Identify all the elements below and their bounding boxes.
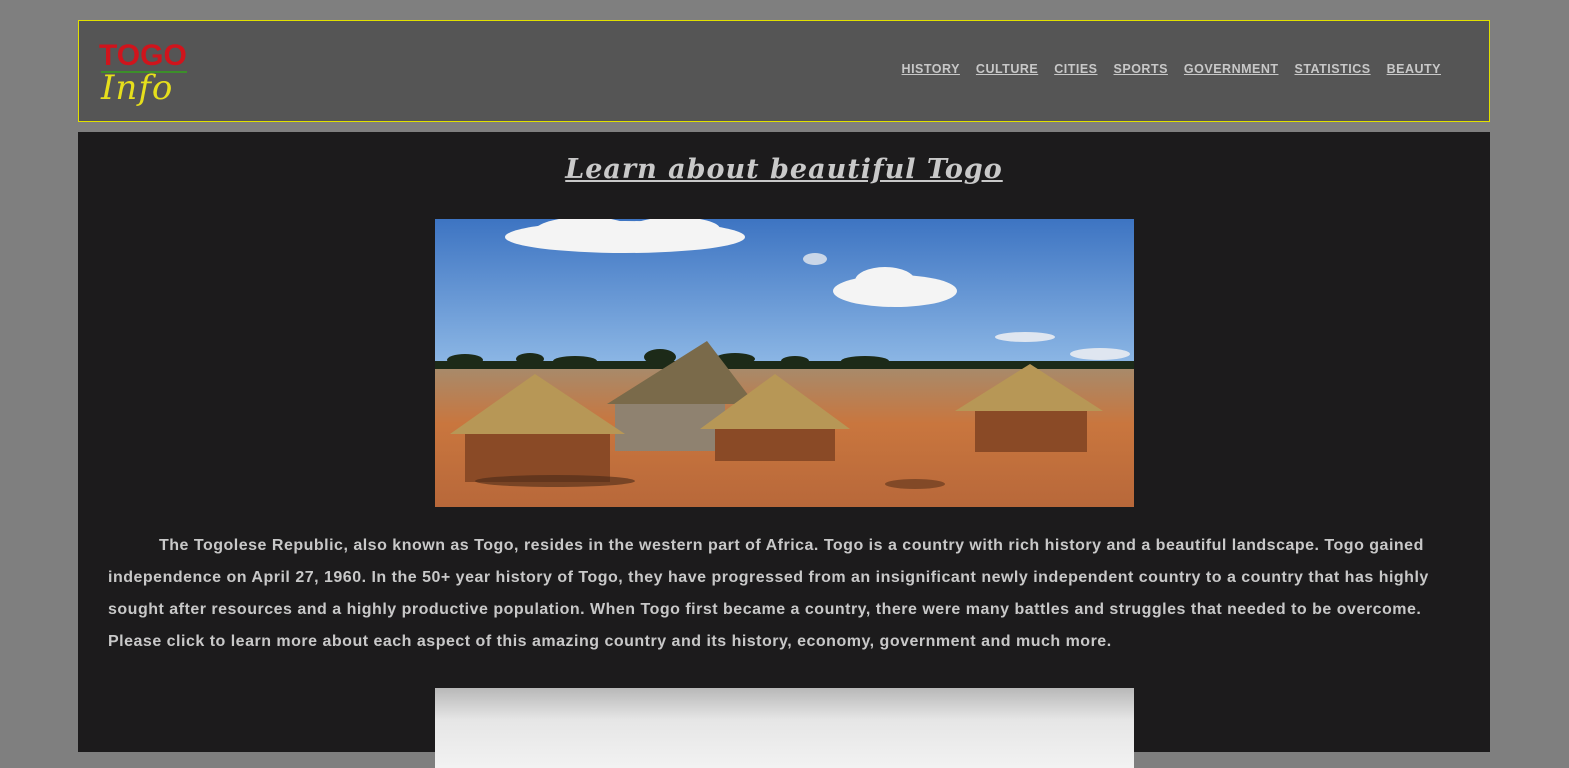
site-logo[interactable]: TOGO Info [99,41,199,111]
main-nav: HISTORY CULTURE CITIES SPORTS GOVERNMENT… [886,62,1441,76]
nav-culture[interactable]: CULTURE [976,62,1038,76]
logo-togo-text: TOGO [99,39,187,72]
huts-landscape-image [435,219,1134,507]
nav-government[interactable]: GOVERNMENT [1184,62,1279,76]
logo-info-text: Info [101,68,174,108]
main-content: Learn about beautiful Togo The Togolese … [78,132,1490,768]
page-title: Learn about beautiful Togo [565,154,1003,185]
hero-image [435,219,1134,507]
nav-statistics[interactable]: STATISTICS [1295,62,1371,76]
nav-sports[interactable]: SPORTS [1114,62,1168,76]
nav-cities[interactable]: CITIES [1054,62,1097,76]
site-header: TOGO Info HISTORY CULTURE CITIES SPORTS … [78,20,1490,122]
nav-history[interactable]: HISTORY [902,62,960,76]
intro-paragraph: The Togolese Republic, also known as Tog… [108,537,1429,650]
second-image [435,688,1134,768]
nav-beauty[interactable]: BEAUTY [1387,62,1441,76]
